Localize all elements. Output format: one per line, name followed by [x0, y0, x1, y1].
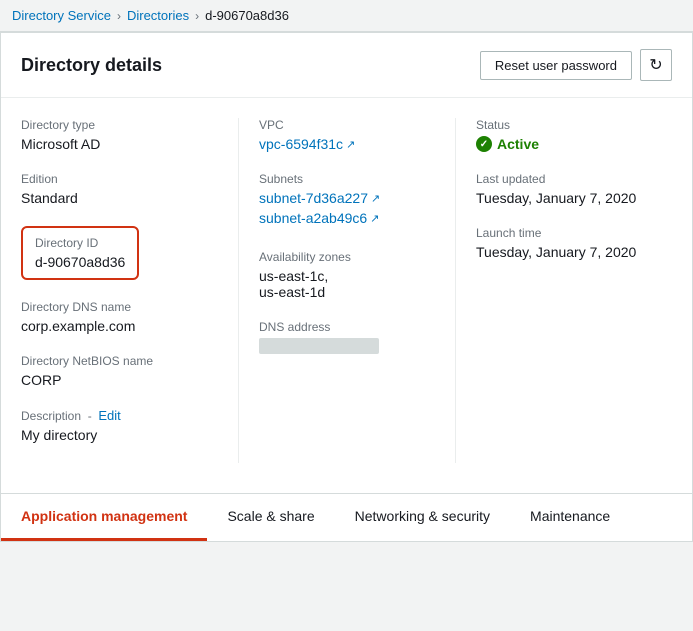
details-header: Directory details Reset user password ↻	[1, 33, 692, 98]
status-group: Status ✓ Active	[476, 118, 652, 152]
header-actions: Reset user password ↻	[480, 49, 672, 81]
dns-name-label: Directory DNS name	[21, 300, 218, 314]
edition-group: Edition Standard	[21, 172, 218, 206]
last-updated-value: Tuesday, January 7, 2020	[476, 190, 652, 206]
launch-time-value: Tuesday, January 7, 2020	[476, 244, 652, 260]
directory-id-label: Directory ID	[35, 236, 125, 250]
vpc-external-link-icon: ↗	[346, 138, 355, 151]
vpc-group: VPC vpc-6594f31c ↗	[259, 118, 435, 152]
dns-address-label: DNS address	[259, 320, 435, 334]
description-group: Description - Edit My directory	[21, 408, 218, 443]
status-value: Active	[497, 136, 539, 152]
refresh-button[interactable]: ↻	[640, 49, 672, 81]
subnet2-external-link-icon: ↗	[370, 212, 379, 225]
edition-value: Standard	[21, 190, 218, 206]
netbios-value: CORP	[21, 372, 218, 388]
netbios-group: Directory NetBIOS name CORP	[21, 354, 218, 388]
details-col-1: Directory type Microsoft AD Edition Stan…	[21, 118, 238, 463]
subnet-2-link[interactable]: subnet-a2ab49c6 ↗	[259, 210, 379, 226]
dns-address-value-blurred	[259, 338, 379, 354]
launch-time-group: Launch time Tuesday, January 7, 2020	[476, 226, 652, 260]
description-edit-link[interactable]: Edit	[98, 408, 120, 423]
az-value: us-east-1c, us-east-1d	[259, 268, 435, 300]
dns-name-value: corp.example.com	[21, 318, 218, 334]
subnet-1-link[interactable]: subnet-7d36a227 ↗	[259, 190, 380, 206]
az-group: Availability zones us-east-1c, us-east-1…	[259, 250, 435, 300]
refresh-icon: ↻	[649, 55, 662, 75]
details-col-2: VPC vpc-6594f31c ↗ Subnets subnet-7d36a2…	[238, 118, 455, 463]
directory-id-box: Directory ID d-90670a8d36	[21, 226, 139, 280]
tab-scale-share[interactable]: Scale & share	[207, 494, 334, 541]
last-updated-group: Last updated Tuesday, January 7, 2020	[476, 172, 652, 206]
netbios-label: Directory NetBIOS name	[21, 354, 218, 368]
breadcrumb-sep-1: ›	[117, 9, 121, 23]
vpc-value[interactable]: vpc-6594f31c ↗	[259, 136, 355, 152]
status-check-icon: ✓	[476, 136, 492, 152]
vpc-label: VPC	[259, 118, 435, 132]
directory-type-label: Directory type	[21, 118, 218, 132]
breadcrumb-sep-2: ›	[195, 9, 199, 23]
page-title: Directory details	[21, 55, 162, 76]
status-label: Status	[476, 118, 652, 132]
breadcrumb-current: d-90670a8d36	[205, 8, 289, 23]
edition-label: Edition	[21, 172, 218, 186]
launch-time-label: Launch time	[476, 226, 652, 240]
tabs-bar: Application management Scale & share Net…	[1, 493, 692, 541]
directory-type-group: Directory type Microsoft AD	[21, 118, 218, 152]
reset-user-password-button[interactable]: Reset user password	[480, 51, 632, 80]
details-grid: Directory type Microsoft AD Edition Stan…	[1, 98, 692, 493]
tab-application-management[interactable]: Application management	[1, 494, 207, 541]
status-badge: ✓ Active	[476, 136, 652, 152]
last-updated-label: Last updated	[476, 172, 652, 186]
description-value: My directory	[21, 427, 218, 443]
dns-name-group: Directory DNS name corp.example.com	[21, 300, 218, 334]
main-content: Directory details Reset user password ↻ …	[0, 32, 693, 542]
details-col-3: Status ✓ Active Last updated Tuesday, Ja…	[455, 118, 672, 463]
subnet1-external-link-icon: ↗	[371, 192, 380, 205]
breadcrumb-directories[interactable]: Directories	[127, 8, 189, 23]
subnets-group: Subnets subnet-7d36a227 ↗ subnet-a2ab49c…	[259, 172, 435, 230]
tab-networking-security[interactable]: Networking & security	[335, 494, 510, 541]
az-label: Availability zones	[259, 250, 435, 264]
breadcrumb-directory-service[interactable]: Directory Service	[12, 8, 111, 23]
subnets-label: Subnets	[259, 172, 435, 186]
dns-address-group: DNS address	[259, 320, 435, 357]
breadcrumb: Directory Service › Directories › d-9067…	[0, 0, 693, 32]
tab-maintenance[interactable]: Maintenance	[510, 494, 630, 541]
description-label: Description - Edit	[21, 408, 218, 423]
directory-type-value: Microsoft AD	[21, 136, 218, 152]
directory-id-value: d-90670a8d36	[35, 254, 125, 270]
